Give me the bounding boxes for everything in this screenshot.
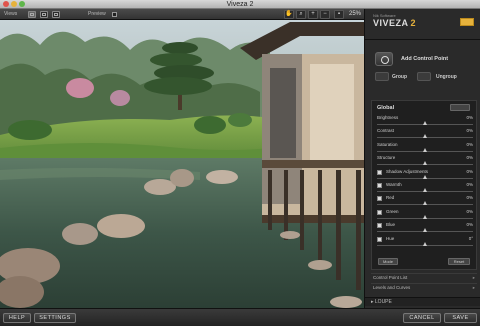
adjustment-checkbox[interactable]: [377, 183, 382, 188]
side-by-side-view-button[interactable]: [52, 11, 60, 18]
zoom-tool-icon[interactable]: ⌕: [296, 10, 306, 19]
slider-thumb[interactable]: [423, 174, 427, 179]
adjustment-label: Contrast: [377, 128, 395, 134]
adjustment-row: Blue 0%: [372, 222, 478, 236]
slider-thumb[interactable]: [423, 214, 427, 219]
adjustment-value: 0%: [466, 208, 473, 214]
adjustment-label: Green: [386, 208, 399, 214]
adjustment-label: Blue: [386, 222, 396, 228]
control-panel: Nik Software VIVEZA 2 Add Control Point G…: [364, 9, 480, 308]
adjustment-label: Warmth: [386, 182, 402, 187]
slider-thumb[interactable]: [423, 161, 427, 166]
adjustment-value: 0%: [466, 155, 473, 161]
adjustment-value: 0%: [466, 182, 473, 187]
adjustment-value: 0%: [466, 168, 473, 174]
adjustment-value: 0%: [466, 141, 473, 147]
reset-button[interactable]: Reset: [448, 258, 470, 265]
adjustment-row: Contrast 0%: [372, 128, 478, 142]
preview-checkbox[interactable]: [112, 12, 117, 17]
adjustment-value: 0%: [466, 222, 473, 228]
zoom-in-icon[interactable]: +: [308, 10, 318, 19]
adjustment-checkbox[interactable]: [377, 169, 382, 175]
control-point-list-label: Control Point List: [373, 275, 408, 280]
adjustment-label: Saturation: [377, 141, 398, 147]
ungroup-icon[interactable]: [417, 72, 431, 81]
expand-arrow-icon: ▸: [472, 275, 475, 280]
global-adjustments: Global Brightness 0% Contrast 0% Saturation 0…: [371, 100, 477, 270]
loupe-label: ▸ LOUPE: [371, 299, 392, 305]
adjustment-checkbox[interactable]: [377, 196, 382, 202]
adjustment-label: Hue: [386, 235, 395, 241]
slider-thumb[interactable]: [423, 147, 427, 152]
group-icon[interactable]: [375, 72, 389, 81]
background-color-icon[interactable]: ▪: [334, 10, 344, 19]
adjustment-checkbox[interactable]: [377, 223, 382, 229]
settings-button[interactable]: SETTINGS: [34, 313, 76, 323]
title-bar: Viveza 2: [0, 0, 480, 9]
help-button[interactable]: HELP: [3, 313, 31, 323]
adjustment-row: Red 0%: [372, 195, 478, 209]
add-control-point-icon[interactable]: [375, 52, 393, 66]
adjustment-label: Shadow Adjustments: [386, 168, 429, 174]
hand-tool-icon[interactable]: ✋: [284, 10, 294, 19]
adjustment-label: Brightness: [377, 115, 399, 120]
adjustment-row: Warmth 0%: [372, 182, 478, 196]
adjustment-checkbox[interactable]: [377, 209, 382, 215]
group-button[interactable]: Group: [392, 74, 407, 80]
ungroup-button[interactable]: Ungroup: [436, 74, 457, 80]
loupe-text: LOUPE: [374, 299, 392, 305]
views-label: Views: [4, 11, 18, 17]
window-title: Viveza 2: [226, 1, 254, 8]
zoom-level: 25%: [348, 11, 361, 17]
global-title: Global: [377, 105, 395, 111]
slider-thumb[interactable]: [423, 201, 427, 206]
slider-thumb[interactable]: [423, 188, 427, 192]
adjustment-row: Brightness 0%: [372, 115, 478, 129]
cancel-button[interactable]: CANCEL: [403, 313, 441, 323]
adjustment-value: 0°: [468, 235, 473, 241]
brand-name: VIVEZA: [373, 18, 409, 28]
adjustment-label: Red: [386, 195, 395, 201]
adjustment-row: Hue 0°: [372, 236, 478, 250]
single-view-button[interactable]: [28, 11, 36, 18]
brand-version: 2: [410, 18, 417, 28]
adjustment-row: Green 0%: [372, 209, 478, 223]
image-canvas[interactable]: [0, 20, 364, 308]
slider-thumb[interactable]: [423, 134, 427, 139]
zoom-out-icon[interactable]: −: [320, 10, 330, 19]
panel-divider: [365, 39, 480, 40]
adjustment-label: Structure: [377, 155, 396, 161]
add-control-point-button[interactable]: Add Control Point: [401, 56, 448, 62]
bottom-bar: HELP SETTINGS CANCEL SAVE: [0, 308, 480, 326]
loupe-section[interactable]: ▸ LOUPE: [365, 297, 480, 306]
global-menu-button[interactable]: [450, 104, 470, 111]
control-point-list-section[interactable]: Control Point List ▸: [371, 273, 477, 282]
save-button[interactable]: SAVE: [444, 313, 477, 323]
expand-arrow-icon: ▸: [472, 285, 475, 290]
adjustment-row: Shadow Adjustments 0%: [372, 169, 478, 183]
brand-title: VIVEZA 2: [373, 18, 416, 28]
adjustment-value: 0%: [466, 128, 473, 134]
levels-curves-section[interactable]: Levels and Curves ▸: [371, 283, 477, 292]
adjustment-value: 0%: [466, 195, 473, 201]
levels-curves-label: Levels and Curves: [373, 285, 411, 290]
mode-button[interactable]: Mode: [378, 258, 398, 265]
split-view-button[interactable]: [40, 11, 48, 18]
slider-thumb[interactable]: [423, 121, 427, 125]
toolbar: Views Preview ✋ ⌕ + − ▪ 25%: [0, 9, 364, 20]
slider-thumb[interactable]: [423, 228, 427, 233]
adjustment-checkbox[interactable]: [377, 236, 382, 242]
preview-label: Preview: [88, 11, 106, 17]
landscape-photo: [0, 20, 364, 308]
brand-logo-icon: [460, 18, 474, 26]
slider-thumb[interactable]: [423, 241, 427, 246]
adjustment-value: 0%: [466, 115, 473, 120]
adjustment-row: Structure 0%: [372, 155, 478, 169]
adjustment-row: Saturation 0%: [372, 142, 478, 156]
